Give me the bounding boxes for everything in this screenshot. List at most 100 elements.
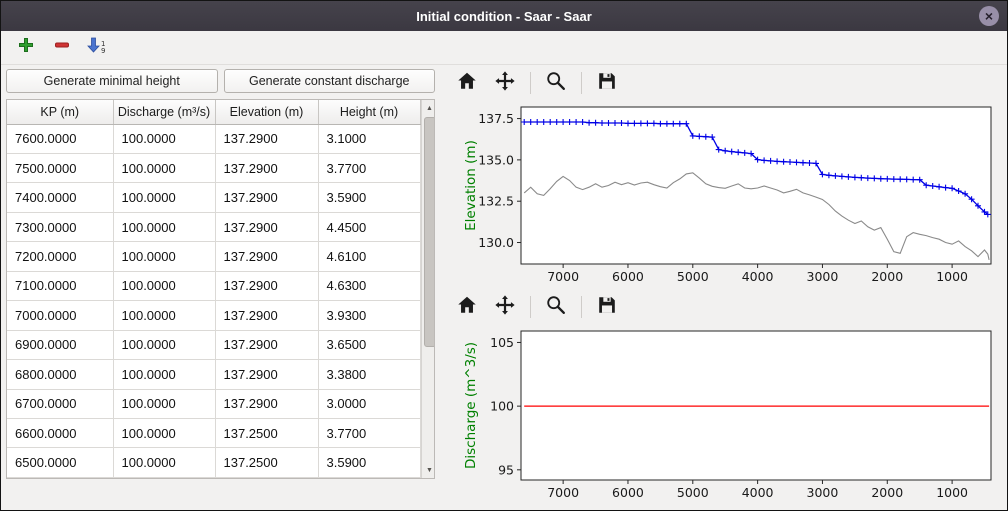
svg-text:6000: 6000 [612, 485, 644, 500]
table-cell[interactable]: 7100.0000 [7, 271, 113, 300]
table-cell[interactable]: 100.0000 [113, 212, 215, 241]
table-row[interactable]: 6600.0000100.0000137.25003.7700 [7, 419, 420, 448]
table-row[interactable]: 7300.0000100.0000137.29004.4500 [7, 212, 420, 241]
generate-constant-discharge-button[interactable]: Generate constant discharge [224, 69, 436, 93]
scroll-up-arrow[interactable]: ▲ [422, 100, 436, 116]
table-cell[interactable]: 3.6500 [318, 330, 420, 359]
table-cell[interactable]: 137.2900 [215, 271, 318, 300]
table-row[interactable]: 7500.0000100.0000137.29003.7700 [7, 153, 420, 182]
table-cell[interactable]: 3.3800 [318, 360, 420, 389]
table-row[interactable]: 7100.0000100.0000137.29004.6300 [7, 271, 420, 300]
table-cell[interactable]: 100.0000 [113, 448, 215, 478]
table-cell[interactable]: 7200.0000 [7, 242, 113, 271]
table-cell[interactable]: 100.0000 [113, 271, 215, 300]
svg-text:7000: 7000 [547, 485, 579, 500]
column-header[interactable]: Discharge (m³/s) [113, 100, 215, 124]
table-row[interactable]: 7200.0000100.0000137.29004.6100 [7, 242, 420, 271]
table-cell[interactable]: 137.2900 [215, 389, 318, 418]
table-cell[interactable]: 3.0000 [318, 389, 420, 418]
table-cell[interactable]: 137.2500 [215, 419, 318, 448]
table-cell[interactable]: 3.9300 [318, 301, 420, 330]
table-row[interactable]: 6700.0000100.0000137.29003.0000 [7, 389, 420, 418]
table-cell[interactable]: 4.4500 [318, 212, 420, 241]
table-cell[interactable]: 137.2900 [215, 330, 318, 359]
close-icon: × [985, 9, 993, 23]
table-cell[interactable]: 3.1000 [318, 124, 420, 153]
table-cell[interactable]: 137.2900 [215, 183, 318, 212]
table-row[interactable]: 6800.0000100.0000137.29003.3800 [7, 360, 420, 389]
save-icon [596, 70, 618, 97]
table-cell[interactable]: 137.2900 [215, 212, 318, 241]
window-title: Initial condition - Saar - Saar [416, 9, 592, 24]
plot-panel: 7000600050004000300020001000137.5135.013… [437, 65, 1007, 510]
table-cell[interactable]: 100.0000 [113, 153, 215, 182]
svg-text:137.5: 137.5 [478, 111, 514, 126]
svg-text:3000: 3000 [807, 269, 839, 284]
table-cell[interactable]: 7600.0000 [7, 124, 113, 153]
table-row[interactable]: 7000.0000100.0000137.29003.9300 [7, 301, 420, 330]
table-cell[interactable]: 3.5900 [318, 183, 420, 212]
home-button[interactable] [451, 293, 483, 321]
table-cell[interactable]: 4.6300 [318, 271, 420, 300]
table-cell[interactable]: 137.2900 [215, 301, 318, 330]
close-button[interactable]: × [979, 6, 999, 26]
scroll-track[interactable] [422, 116, 436, 462]
table-cell[interactable]: 100.0000 [113, 330, 215, 359]
save-button[interactable] [591, 293, 623, 321]
sort-button[interactable]: 1 9 [87, 37, 105, 58]
table-cell[interactable]: 7000.0000 [7, 301, 113, 330]
table-cell[interactable]: 6800.0000 [7, 360, 113, 389]
generate-minimal-height-button[interactable]: Generate minimal height [6, 69, 218, 93]
discharge-chart[interactable]: 700060005000400030002000100010510095Disc… [445, 323, 1001, 507]
remove-row-button[interactable] [51, 37, 73, 59]
toolbar-separator [581, 296, 582, 318]
table-cell[interactable]: 6900.0000 [7, 330, 113, 359]
move-icon [494, 70, 516, 97]
home-button[interactable] [451, 69, 483, 97]
table-row[interactable]: 7400.0000100.0000137.29003.5900 [7, 183, 420, 212]
svg-text:135.0: 135.0 [478, 152, 514, 167]
table-cell[interactable]: 137.2900 [215, 124, 318, 153]
zoom-button[interactable] [540, 69, 572, 97]
save-button[interactable] [591, 69, 623, 97]
table-row[interactable]: 7600.0000100.0000137.29003.1000 [7, 124, 420, 153]
table-cell[interactable]: 6600.0000 [7, 419, 113, 448]
pan-button[interactable] [489, 69, 521, 97]
minus-icon [54, 37, 70, 58]
scroll-down-arrow[interactable]: ▼ [422, 462, 436, 478]
table-cell[interactable]: 3.5900 [318, 448, 420, 478]
table-cell[interactable]: 100.0000 [113, 389, 215, 418]
table-cell[interactable]: 7300.0000 [7, 212, 113, 241]
table-cell[interactable]: 6700.0000 [7, 389, 113, 418]
table-cell[interactable]: 137.2900 [215, 153, 318, 182]
column-header[interactable]: KP (m) [7, 100, 113, 124]
scroll-thumb[interactable] [424, 117, 436, 347]
table-cell[interactable]: 6500.0000 [7, 448, 113, 478]
add-row-button[interactable] [15, 37, 37, 59]
table-cell[interactable]: 100.0000 [113, 242, 215, 271]
table-cell[interactable]: 100.0000 [113, 301, 215, 330]
table-row[interactable]: 6500.0000100.0000137.25003.5900 [7, 448, 420, 478]
table-cell[interactable]: 137.2900 [215, 360, 318, 389]
zoom-button[interactable] [540, 293, 572, 321]
table-cell[interactable]: 4.6100 [318, 242, 420, 271]
table-cell[interactable]: 3.7700 [318, 153, 420, 182]
table-row[interactable]: 6900.0000100.0000137.29003.6500 [7, 330, 420, 359]
title-bar[interactable]: Initial condition - Saar - Saar × [1, 1, 1007, 31]
table-cell[interactable]: 7400.0000 [7, 183, 113, 212]
table-cell[interactable]: 137.2900 [215, 242, 318, 271]
column-header[interactable]: Height (m) [318, 100, 420, 124]
table-cell[interactable]: 100.0000 [113, 124, 215, 153]
table-cell[interactable]: 100.0000 [113, 183, 215, 212]
table-cell[interactable]: 7500.0000 [7, 153, 113, 182]
column-header[interactable]: Elevation (m) [215, 100, 318, 124]
table-cell[interactable]: 137.2500 [215, 448, 318, 478]
table-cell[interactable]: 100.0000 [113, 360, 215, 389]
table-cell[interactable]: 3.7700 [318, 419, 420, 448]
svg-text:95: 95 [498, 462, 514, 477]
vertical-scrollbar[interactable]: ▲ ▼ [421, 100, 436, 478]
toolbar-separator [530, 296, 531, 318]
pan-button[interactable] [489, 293, 521, 321]
elevation-chart[interactable]: 7000600050004000300020001000137.5135.013… [445, 99, 1001, 291]
table-cell[interactable]: 100.0000 [113, 419, 215, 448]
